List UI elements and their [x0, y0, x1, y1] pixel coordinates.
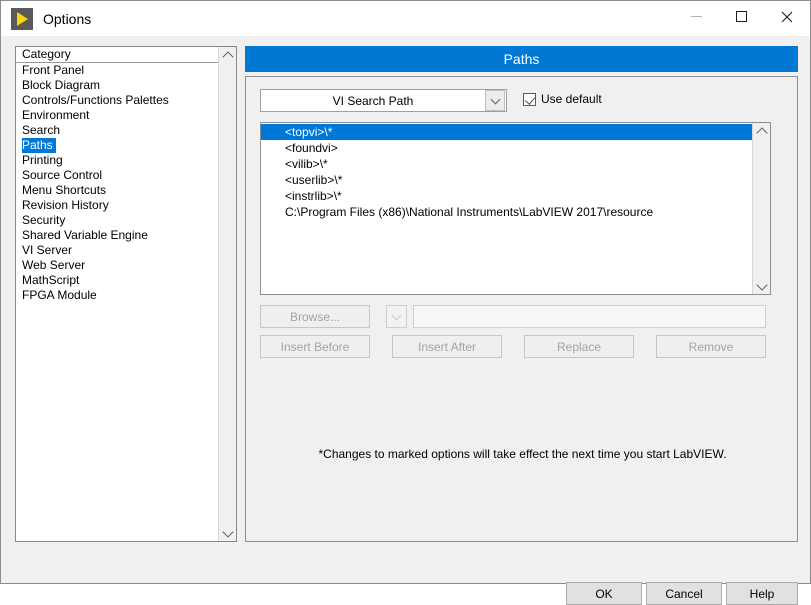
title-bar: Options: [1, 1, 810, 36]
paths-panel-body: VI Search Path Use default <topvi>\* <fo…: [245, 76, 798, 542]
sidebar-item-search[interactable]: Search: [16, 123, 218, 138]
sidebar-item-fpga-module[interactable]: FPGA Module: [16, 288, 218, 303]
chevron-up-icon: [755, 126, 768, 139]
sidebar-item-source-control[interactable]: Source Control: [16, 168, 218, 183]
chevron-down-icon: [391, 310, 402, 321]
sidebar-item-front-panel[interactable]: Front Panel: [16, 63, 218, 78]
replace-button[interactable]: Replace: [524, 335, 634, 358]
sidebar-item-paths[interactable]: Paths: [16, 138, 218, 153]
cancel-button[interactable]: Cancel: [646, 582, 722, 605]
chevron-up-icon: [221, 50, 234, 63]
scroll-down-button[interactable]: [219, 524, 236, 541]
footnote-text: *Changes to marked options will take eff…: [318, 447, 727, 461]
list-item[interactable]: <topvi>\*: [261, 124, 752, 140]
minimize-button[interactable]: [674, 1, 719, 32]
paths-panel: Paths VI Search Path Use default <topvi>…: [245, 46, 798, 542]
category-list-header: Category: [16, 47, 218, 63]
minimize-icon: [691, 16, 702, 17]
path-edit-input[interactable]: [413, 305, 766, 328]
labview-run-arrow-icon: [11, 7, 33, 30]
sidebar-item-environment[interactable]: Environment: [16, 108, 218, 123]
category-list[interactable]: Category Front Panel Block Diagram Contr…: [16, 47, 218, 541]
path-type-select[interactable]: VI Search Path: [260, 89, 507, 112]
options-dialog-window: Options Category Front Panel Block Diagr…: [0, 0, 811, 605]
category-list-panel: Category Front Panel Block Diagram Contr…: [15, 46, 237, 542]
close-button[interactable]: [764, 1, 809, 32]
path-list-scrollbar[interactable]: [752, 123, 770, 294]
sidebar-item-mathscript[interactable]: MathScript: [16, 273, 218, 288]
maximize-button[interactable]: [719, 1, 764, 32]
insert-after-button[interactable]: Insert After: [392, 335, 502, 358]
list-item[interactable]: <instrlib>\*: [261, 188, 752, 204]
list-item[interactable]: <userlib>\*: [261, 172, 752, 188]
scroll-up-button[interactable]: [753, 123, 770, 140]
sidebar-item-controls-functions-palettes[interactable]: Controls/Functions Palettes: [16, 93, 218, 108]
sidebar-item-paths-label: Paths: [22, 138, 56, 153]
help-button[interactable]: Help: [726, 582, 798, 605]
scroll-down-button[interactable]: [753, 277, 770, 294]
insert-before-button[interactable]: Insert Before: [260, 335, 370, 358]
chevron-down-icon: [755, 278, 768, 291]
category-list-scrollbar[interactable]: [218, 47, 236, 541]
path-type-selected-value: VI Search Path: [332, 93, 414, 108]
page-title: Paths: [245, 46, 798, 72]
window-title: Options: [43, 10, 92, 27]
use-default-checkbox[interactable]: Use default: [523, 92, 602, 106]
path-edit-dropdown-button[interactable]: [386, 305, 407, 328]
chevron-down-icon[interactable]: [485, 90, 505, 111]
path-list-box: <topvi>\* <foundvi> <vilib>\* <userlib>\…: [260, 122, 771, 295]
path-list[interactable]: <topvi>\* <foundvi> <vilib>\* <userlib>\…: [261, 123, 752, 294]
sidebar-item-shared-variable-engine[interactable]: Shared Variable Engine: [16, 228, 218, 243]
dialog-client-area: Category Front Panel Block Diagram Contr…: [1, 36, 810, 605]
sidebar-item-vi-server[interactable]: VI Server: [16, 243, 218, 258]
checkbox-box: [523, 92, 536, 106]
sidebar-item-revision-history[interactable]: Revision History: [16, 198, 218, 213]
browse-button[interactable]: Browse...: [260, 305, 370, 328]
list-item[interactable]: C:\Program Files (x86)\National Instrume…: [261, 204, 752, 220]
scroll-up-button[interactable]: [219, 47, 236, 64]
sidebar-item-security[interactable]: Security: [16, 213, 218, 228]
sidebar-item-printing[interactable]: Printing: [16, 153, 218, 168]
sidebar-item-block-diagram[interactable]: Block Diagram: [16, 78, 218, 93]
list-item[interactable]: <foundvi>: [261, 140, 752, 156]
check-icon: [524, 93, 536, 105]
ok-button[interactable]: OK: [566, 582, 642, 605]
maximize-icon: [736, 11, 747, 22]
list-item[interactable]: <vilib>\*: [261, 156, 752, 172]
remove-button[interactable]: Remove: [656, 335, 766, 358]
sidebar-item-web-server[interactable]: Web Server: [16, 258, 218, 273]
sidebar-item-menu-shortcuts[interactable]: Menu Shortcuts: [16, 183, 218, 198]
use-default-label: Use default: [541, 92, 602, 106]
chevron-down-icon: [221, 525, 234, 538]
close-icon: [781, 11, 792, 22]
